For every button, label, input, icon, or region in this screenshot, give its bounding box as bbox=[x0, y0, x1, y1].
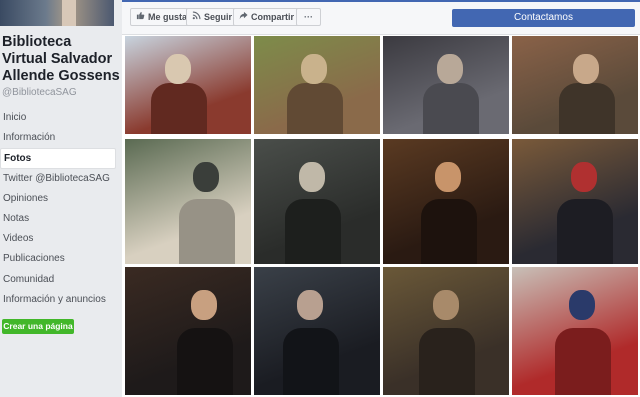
rss-follow-icon bbox=[192, 9, 201, 25]
follow-button[interactable]: Seguir bbox=[186, 8, 239, 26]
thumbs-up-icon bbox=[136, 9, 145, 25]
sidebar-item-información[interactable]: Información bbox=[0, 128, 116, 148]
photo-thumbnail[interactable] bbox=[254, 267, 380, 395]
like-label: Me gusta bbox=[148, 12, 188, 22]
photo-thumbnail[interactable] bbox=[512, 267, 638, 395]
photo-grid bbox=[125, 36, 640, 397]
photo-thumbnail[interactable] bbox=[125, 267, 251, 395]
more-options-button[interactable]: ··· bbox=[296, 8, 321, 26]
sidebar-item-inicio[interactable]: Inicio bbox=[0, 108, 116, 128]
follow-label: Seguir bbox=[204, 12, 233, 22]
photo-thumbnail[interactable] bbox=[512, 139, 638, 264]
photo-thumbnail[interactable] bbox=[254, 139, 380, 264]
sidebar-item-publicaciones[interactable]: Publicaciones bbox=[0, 249, 116, 269]
share-label: Compartir bbox=[251, 12, 295, 22]
sidebar-item-twitter-bibliotecasag[interactable]: Twitter @BibliotecaSAG bbox=[0, 169, 116, 189]
page-sidebar: Biblioteca Virtual Salvador Allende Goss… bbox=[0, 0, 122, 397]
sidebar-item-notas[interactable]: Notas bbox=[0, 209, 116, 229]
photos-main: Me gusta Seguir Compartir ··· Contactamo… bbox=[122, 2, 640, 397]
photo-thumbnail[interactable] bbox=[254, 36, 380, 134]
sidebar-item-videos[interactable]: Videos bbox=[0, 229, 116, 249]
photo-thumbnail[interactable] bbox=[125, 36, 251, 134]
share-arrow-icon bbox=[239, 9, 248, 25]
page-action-bar: Me gusta Seguir Compartir ··· Contactamo… bbox=[122, 2, 640, 35]
page-name[interactable]: Biblioteca Virtual Salvador Allende Goss… bbox=[2, 34, 120, 85]
like-button[interactable]: Me gusta bbox=[130, 8, 194, 26]
create-page-button[interactable]: Crear una página bbox=[2, 319, 74, 334]
sidebar-item-opiniones[interactable]: Opiniones bbox=[0, 189, 116, 209]
share-button[interactable]: Compartir bbox=[233, 8, 301, 26]
contact-button[interactable]: Contactamos bbox=[452, 9, 635, 27]
page-nav: Inicio Información Fotos Twitter @Bibliotec… bbox=[0, 108, 116, 310]
sidebar-item-comunidad[interactable]: Comunidad bbox=[0, 270, 116, 290]
photo-thumbnail[interactable] bbox=[125, 139, 251, 264]
photo-thumbnail[interactable] bbox=[512, 36, 638, 134]
page-handle[interactable]: @BibliotecaSAG bbox=[2, 87, 77, 98]
photo-thumbnail[interactable] bbox=[383, 139, 509, 264]
photo-thumbnail[interactable] bbox=[383, 36, 509, 134]
cover-photo-thumbnail[interactable] bbox=[0, 0, 114, 26]
photo-thumbnail[interactable] bbox=[383, 267, 509, 395]
sidebar-item-fotos[interactable]: Fotos bbox=[0, 148, 116, 169]
sidebar-item-información-y-anuncios[interactable]: Información y anuncios bbox=[0, 290, 116, 310]
